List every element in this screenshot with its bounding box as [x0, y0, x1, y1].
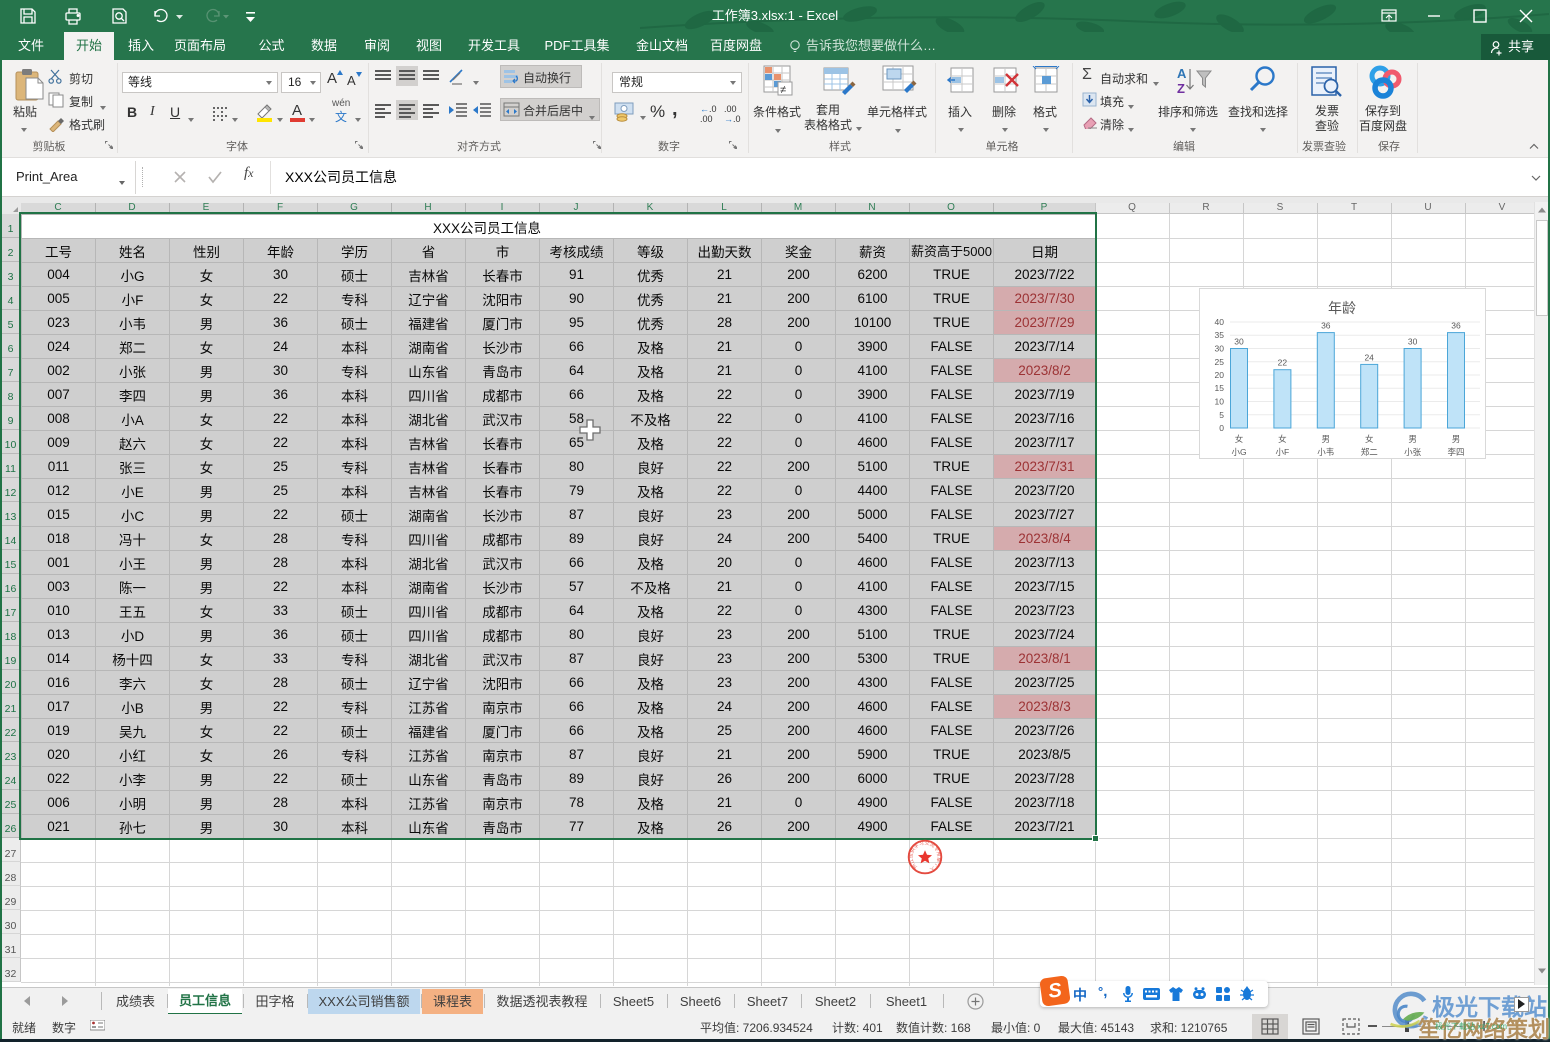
svg-text:10: 10	[1215, 397, 1225, 407]
svg-text:20: 20	[1215, 370, 1225, 380]
svg-text:小韦: 小韦	[1317, 447, 1334, 457]
svg-text:小张: 小张	[1404, 447, 1422, 457]
svg-text:24: 24	[1364, 352, 1374, 362]
svg-text:男: 男	[1408, 434, 1417, 444]
svg-text:30: 30	[1408, 337, 1418, 347]
svg-text:36: 36	[1451, 321, 1461, 331]
svg-text:15: 15	[1215, 383, 1225, 393]
svg-text:男: 男	[1452, 434, 1461, 444]
svg-text:男: 男	[1322, 434, 1331, 444]
svg-text:36: 36	[1321, 321, 1331, 331]
svg-text:郑二: 郑二	[1361, 447, 1379, 457]
svg-text:女: 女	[1235, 434, 1244, 444]
svg-text:22: 22	[1278, 358, 1288, 368]
svg-text:40: 40	[1215, 317, 1225, 327]
svg-text:5: 5	[1219, 410, 1224, 420]
svg-text:Z: Z	[1177, 81, 1185, 96]
svg-text:女: 女	[1278, 434, 1287, 444]
svg-text:小G: 小G	[1231, 447, 1246, 457]
svg-text:35: 35	[1215, 330, 1225, 340]
svg-text:年龄: 年龄	[1328, 300, 1356, 316]
svg-text:0: 0	[1219, 423, 1224, 433]
svg-text:李四: 李四	[1447, 447, 1464, 457]
svg-text:25: 25	[1215, 357, 1225, 367]
svg-text:女: 女	[1365, 434, 1374, 444]
svg-text:小F: 小F	[1276, 447, 1290, 457]
svg-text:A: A	[1177, 66, 1187, 81]
svg-text:30: 30	[1215, 344, 1225, 354]
svg-text:≠: ≠	[780, 84, 786, 96]
svg-text:30: 30	[1234, 337, 1244, 347]
